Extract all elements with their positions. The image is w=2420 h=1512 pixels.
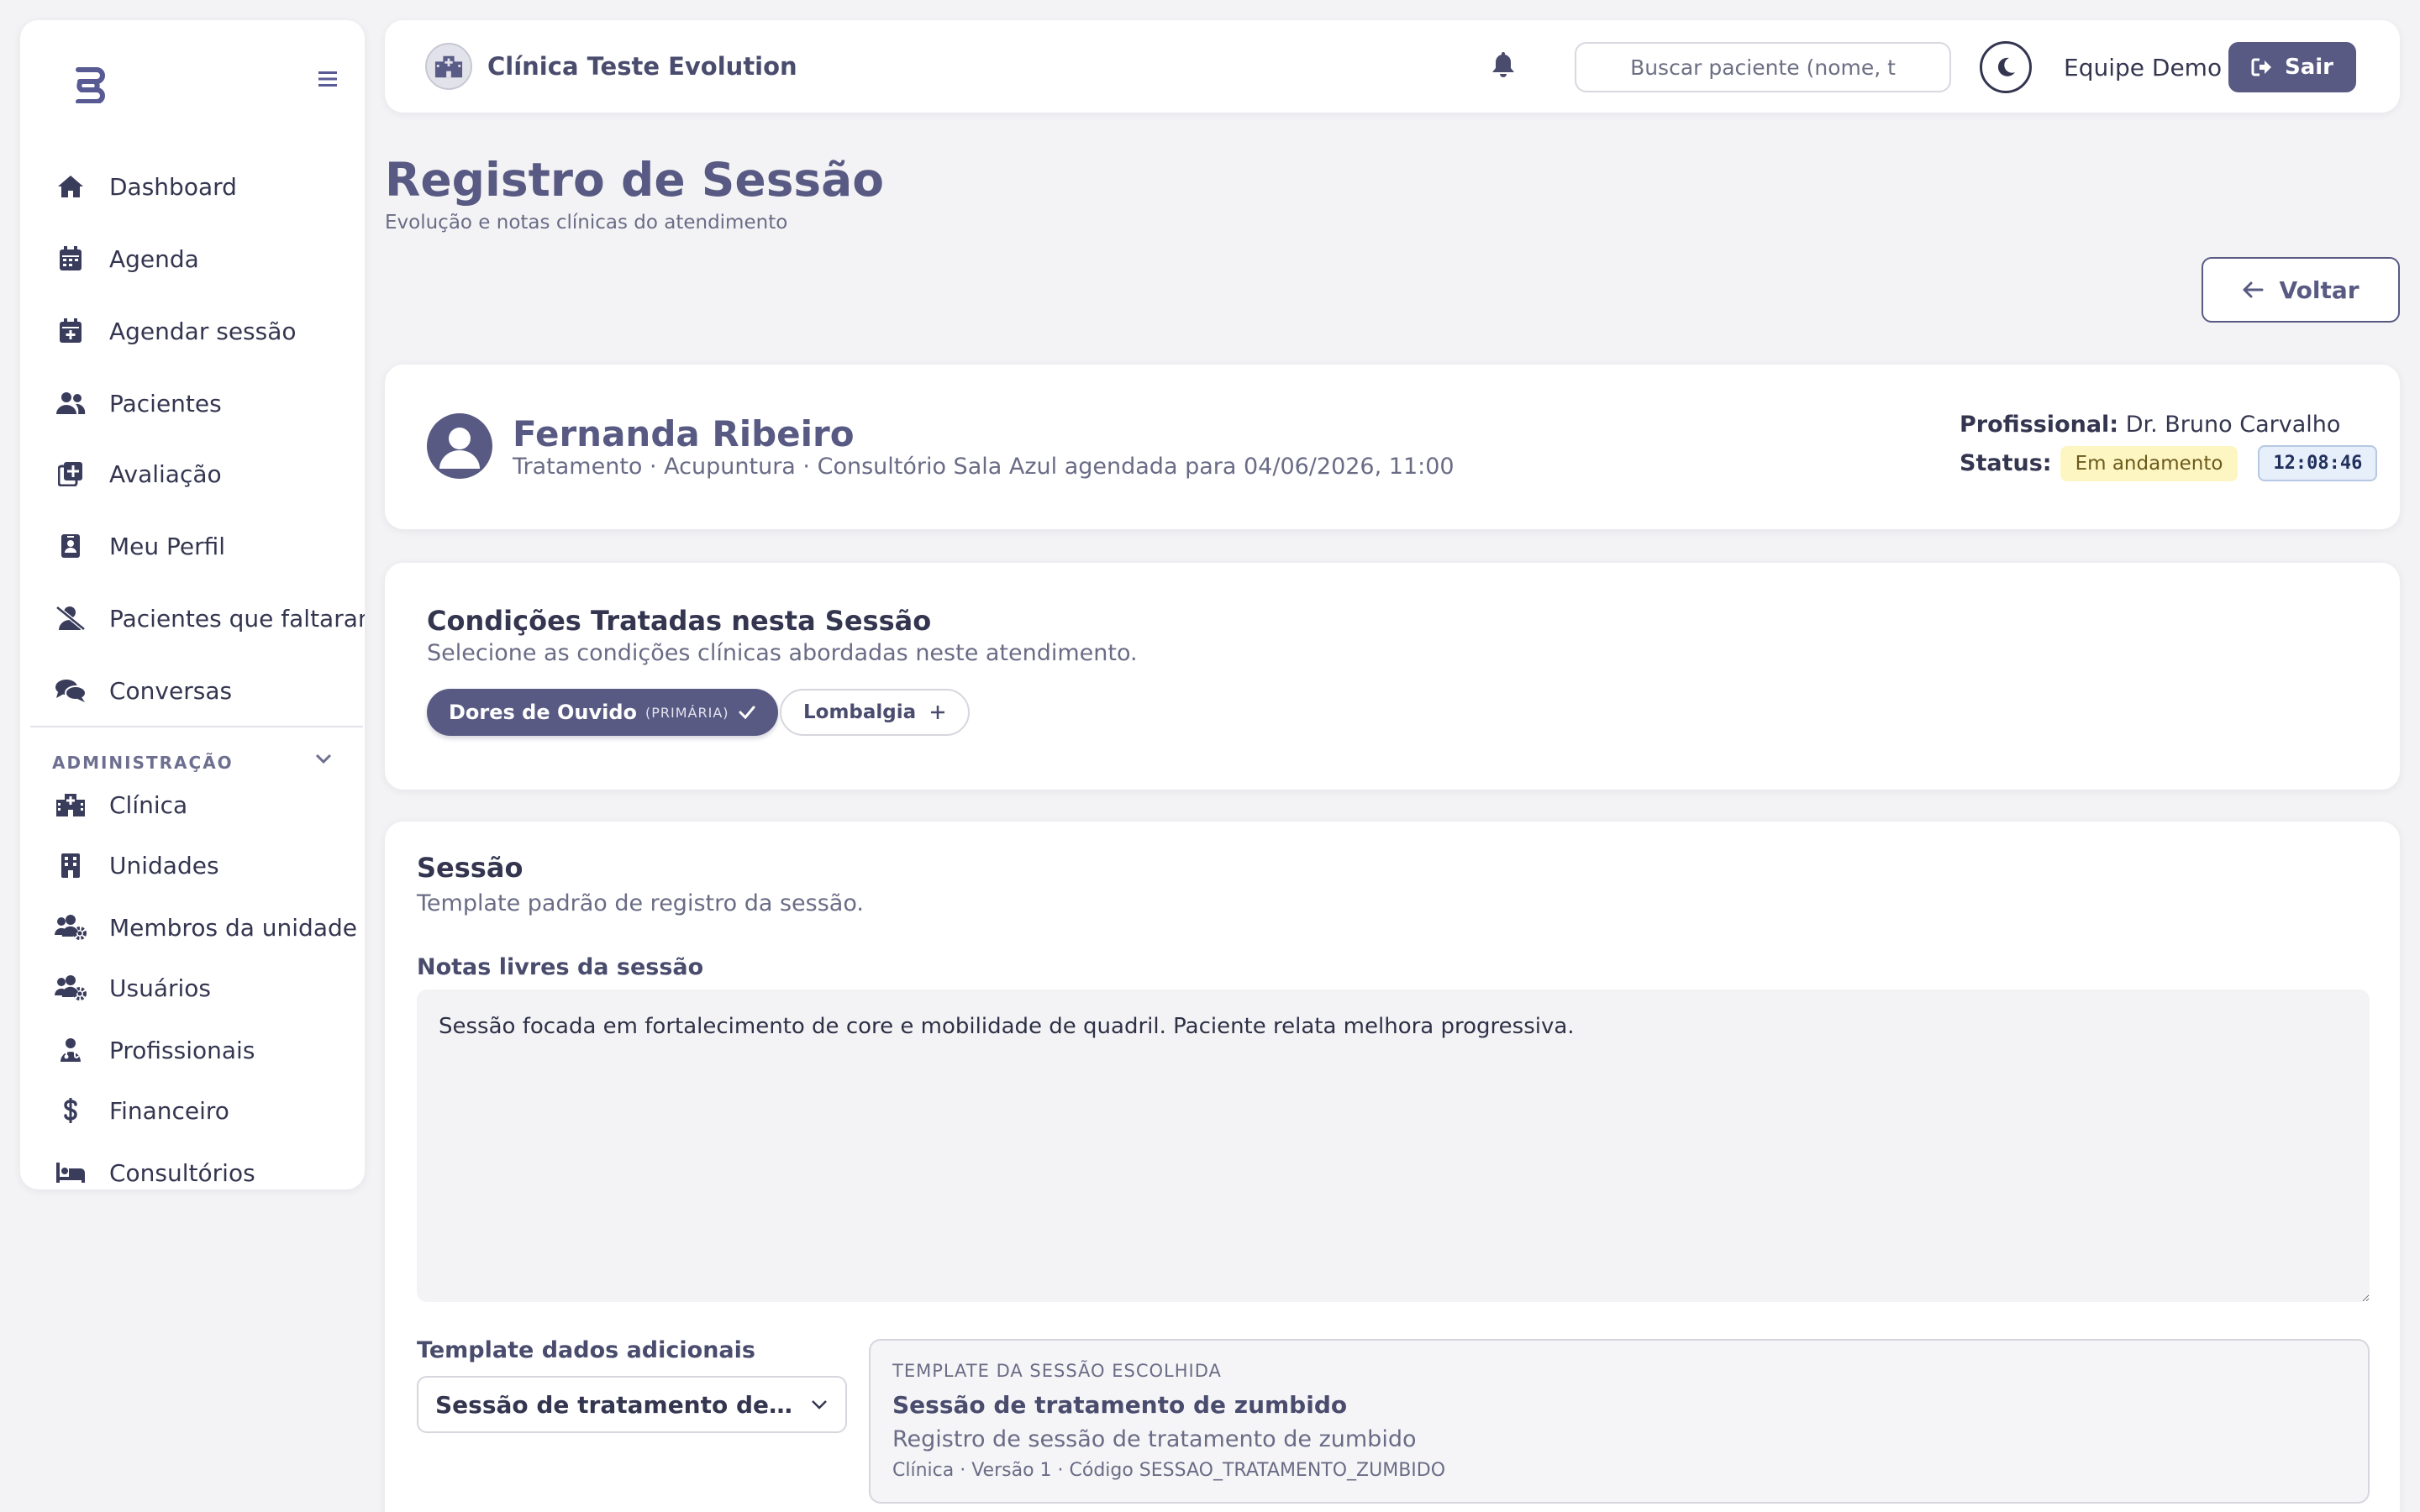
logout-button[interactable]: Sair bbox=[2228, 42, 2356, 92]
sidebar-item-usuarios[interactable]: Usuários bbox=[54, 963, 211, 1013]
hospital-icon bbox=[54, 788, 87, 822]
condition-chip-lombalgia[interactable]: Lombalgia bbox=[780, 689, 971, 736]
sign-out-icon bbox=[2251, 58, 2271, 76]
sidebar-item-agendar-sessao[interactable]: Agendar sessão bbox=[54, 306, 297, 356]
professional-info: Profissional: Dr. Bruno Carvalho bbox=[1960, 412, 2341, 438]
plus-icon bbox=[931, 706, 945, 719]
sidebar-item-conversas[interactable]: Conversas bbox=[54, 665, 232, 716]
status-row: Status: Em andamento 12:08:46 bbox=[1960, 445, 2378, 481]
bed-icon bbox=[54, 1156, 87, 1189]
arrow-left-icon bbox=[2243, 281, 2264, 298]
home-icon bbox=[54, 170, 87, 203]
template-meta: Clínica · Versão 1 · Código SESSAO_TRATA… bbox=[892, 1460, 1446, 1481]
template-label: Template dados adicionais bbox=[417, 1337, 755, 1363]
calendar-icon bbox=[54, 242, 87, 276]
conditions-title: Condições Tratadas nesta Sessão bbox=[427, 605, 932, 637]
top-header: Clínica Teste Evolution Equipe Demo Sair bbox=[385, 20, 2400, 113]
chevron-down-icon[interactable] bbox=[314, 753, 333, 764]
template-description: Registro de sessão de tratamento de zumb… bbox=[892, 1426, 1417, 1452]
brand-logo-icon[interactable] bbox=[50, 47, 126, 123]
search-input[interactable] bbox=[1575, 42, 1951, 92]
user-doctor-icon bbox=[54, 1033, 87, 1067]
conditions-card: Condições Tratadas nesta Sessão Selecion… bbox=[385, 563, 2400, 790]
conditions-subtitle: Selecione as condições clínicas abordada… bbox=[427, 640, 1138, 666]
bell-icon[interactable] bbox=[1491, 50, 1516, 79]
users-gear-icon bbox=[54, 971, 87, 1005]
sidebar-item-pacientes[interactable]: Pacientes bbox=[54, 378, 222, 428]
sidebar-item-membros-unidade[interactable]: Membros da unidade bbox=[54, 902, 357, 953]
sidebar-divider bbox=[30, 726, 363, 727]
sidebar-item-avaliacao[interactable]: Avaliação bbox=[54, 449, 222, 499]
users-icon bbox=[54, 386, 87, 420]
clinic-name: Clínica Teste Evolution bbox=[487, 52, 797, 81]
users-gear-icon bbox=[54, 911, 87, 944]
theme-toggle-button[interactable] bbox=[1980, 41, 2032, 93]
id-badge-icon bbox=[54, 529, 87, 563]
check-icon bbox=[739, 706, 755, 720]
session-card: Sessão Template padrão de registro da se… bbox=[385, 822, 2400, 1512]
sidebar-item-agenda[interactable]: Agenda bbox=[54, 234, 199, 284]
session-subtitle: Template padrão de registro da sessão. bbox=[417, 890, 864, 916]
sidebar: Dashboard Agenda Agendar sessão Paciente… bbox=[20, 20, 365, 1189]
chevron-down-icon bbox=[812, 1400, 827, 1410]
calendar-plus-icon bbox=[54, 314, 87, 348]
notes-label: Notas livres da sessão bbox=[417, 954, 704, 980]
sidebar-item-profissionais[interactable]: Profissionais bbox=[54, 1025, 255, 1075]
session-notes-textarea[interactable]: Sessão focada em fortalecimento de core … bbox=[417, 990, 2370, 1302]
comments-icon bbox=[54, 674, 87, 707]
back-button[interactable]: Voltar bbox=[2202, 257, 2400, 323]
patient-card: Fernanda Ribeiro Tratamento · Acupuntura… bbox=[385, 365, 2400, 529]
sidebar-item-clinica[interactable]: Clínica bbox=[54, 780, 187, 830]
admin-section-label[interactable]: ADMINISTRAÇÃO bbox=[52, 753, 234, 773]
session-timer: 12:08:46 bbox=[2258, 445, 2378, 481]
template-select[interactable]: Sessão de tratamento de zumbido bbox=[417, 1376, 847, 1433]
patient-name: Fernanda Ribeiro bbox=[513, 413, 855, 454]
sidebar-item-consultorios[interactable]: Consultórios bbox=[54, 1147, 255, 1189]
sidebar-item-dashboard[interactable]: Dashboard bbox=[54, 161, 237, 212]
template-name: Sessão de tratamento de zumbido bbox=[892, 1391, 1348, 1419]
user-icon bbox=[439, 428, 480, 469]
user-name[interactable]: Equipe Demo bbox=[2064, 54, 2222, 81]
sidebar-item-unidades[interactable]: Unidades bbox=[54, 840, 219, 890]
dollar-icon bbox=[54, 1094, 87, 1127]
avatar bbox=[427, 413, 492, 479]
page-title: Registro de Sessão bbox=[385, 153, 885, 207]
clipboard-plus-icon bbox=[54, 457, 87, 491]
status-badge: Em andamento bbox=[2060, 445, 2238, 481]
moon-icon bbox=[1997, 57, 2015, 76]
page-subtitle: Evolução e notas clínicas do atendimento bbox=[385, 212, 788, 234]
selected-template-box: TEMPLATE DA SESSÃO ESCOLHIDA Sessão de t… bbox=[869, 1339, 2370, 1504]
sidebar-item-financeiro[interactable]: Financeiro bbox=[54, 1085, 229, 1136]
clinic-logo-icon bbox=[425, 43, 472, 90]
session-title: Sessão bbox=[417, 852, 523, 884]
appointment-info: Tratamento · Acupuntura · Consultório Sa… bbox=[513, 454, 1455, 480]
building-icon bbox=[54, 848, 87, 882]
sidebar-item-pacientes-faltaram[interactable]: Pacientes que faltaram bbox=[54, 593, 365, 643]
user-slash-icon bbox=[54, 601, 87, 635]
menu-toggle-icon[interactable] bbox=[318, 71, 337, 87]
sidebar-item-meu-perfil[interactable]: Meu Perfil bbox=[54, 521, 225, 571]
condition-chip-primary[interactable]: Dores de Ouvido (PRIMÁRIA) bbox=[427, 689, 778, 736]
